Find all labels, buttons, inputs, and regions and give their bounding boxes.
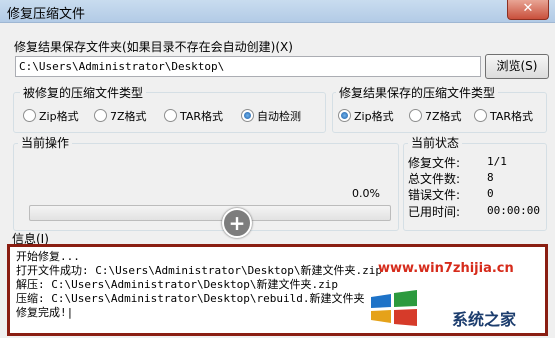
radio-label: 7Z格式 xyxy=(110,110,147,123)
output-path-field[interactable]: C:\Users\Administrator\Desktop\ xyxy=(15,56,481,77)
radio-indicator xyxy=(338,109,351,122)
radio-indicator xyxy=(241,109,254,122)
progress-bar xyxy=(29,205,391,221)
browse-button[interactable]: 浏览(S) xyxy=(485,54,549,79)
radio-indicator xyxy=(94,109,107,122)
progress-percent: 0.0% xyxy=(352,187,380,200)
radio-label: TAR格式 xyxy=(490,110,534,123)
radio-label: Zip格式 xyxy=(39,110,79,123)
radio-label: TAR格式 xyxy=(180,110,224,123)
source-type-title: 被修复的压缩文件类型 xyxy=(20,84,147,101)
radio-source-zip[interactable]: Zip格式 xyxy=(23,108,79,124)
result-type-title: 修复结果保存的压缩文件类型 xyxy=(336,84,499,101)
status-value-errors: 0 xyxy=(487,187,494,200)
current-status-title: 当前状态 xyxy=(408,134,463,151)
radio-source-auto[interactable]: 自动检测 xyxy=(241,108,301,124)
log-line: 压缩: C:\Users\Administrator\Desktop\rebui… xyxy=(16,292,365,305)
status-value-elapsed: 00:00:00 xyxy=(487,204,540,217)
output-folder-label: 修复结果保存文件夹(如果目录不存在会自动创建)(X) xyxy=(14,40,293,54)
radio-source-tar[interactable]: TAR格式 xyxy=(164,108,223,124)
status-key-repaired: 修复文件: xyxy=(408,156,461,170)
status-value-total: 8 xyxy=(487,171,494,184)
status-key-elapsed: 已用时间: xyxy=(408,205,461,219)
radio-label: 7Z格式 xyxy=(425,110,462,123)
radio-indicator xyxy=(164,109,177,122)
radio-result-tar[interactable]: TAR格式 xyxy=(474,108,533,124)
radio-result-7z[interactable]: 7Z格式 xyxy=(409,108,462,124)
radio-label: Zip格式 xyxy=(354,110,394,123)
radio-label: 自动检测 xyxy=(257,110,301,123)
log-line: 解压: C:\Users\Administrator\Desktop\新建文件夹… xyxy=(16,278,339,291)
title-bar: 修复压缩文件 ✕ xyxy=(0,0,555,23)
current-operation-title: 当前操作 xyxy=(18,134,73,151)
close-icon: ✕ xyxy=(522,1,534,16)
radio-result-zip[interactable]: Zip格式 xyxy=(338,108,394,124)
radio-indicator xyxy=(474,109,487,122)
radio-indicator xyxy=(409,109,422,122)
window-title: 修复压缩文件 xyxy=(7,7,86,22)
watermark-site: 系统之家 xyxy=(452,310,517,329)
status-key-errors: 错误文件: xyxy=(408,188,461,202)
status-key-total: 总文件数: xyxy=(408,172,461,186)
radio-indicator xyxy=(23,109,36,122)
radio-source-7z[interactable]: 7Z格式 xyxy=(94,108,147,124)
status-value-repaired: 1/1 xyxy=(487,155,507,168)
windows-logo-icon xyxy=(371,290,417,326)
plus-circle-icon[interactable]: + xyxy=(222,208,252,238)
close-button[interactable]: ✕ xyxy=(507,0,549,20)
watermark-url: www.win7zhijia.cn xyxy=(378,261,514,276)
